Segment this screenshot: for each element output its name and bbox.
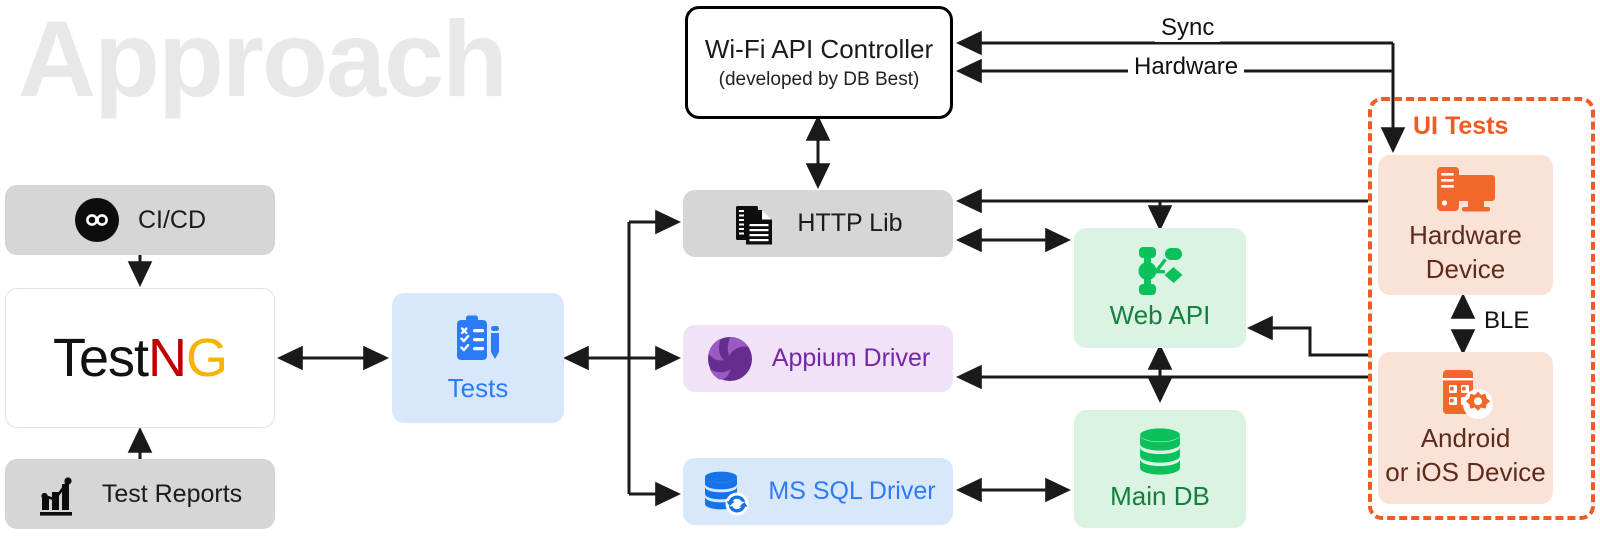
node-wifi-api-controller-label: Wi-Fi API Controller xyxy=(704,33,934,64)
edge-label-hardware: Hardware xyxy=(1128,53,1245,81)
node-http-lib[interactable]: HTTP Lib xyxy=(683,190,953,257)
desktop-computer-icon xyxy=(1435,165,1497,217)
node-http-lib-label: HTTP Lib xyxy=(797,209,903,238)
node-wifi-api-controller[interactable]: Wi-Fi API Controller (developed by DB Be… xyxy=(685,6,953,119)
node-web-api-label: Web API xyxy=(1109,300,1211,331)
node-appium-driver-label: Appium Driver xyxy=(771,344,931,373)
testng-part-test: Test xyxy=(52,328,149,388)
node-hardware-device[interactable]: Hardware Device xyxy=(1378,155,1553,295)
node-test-reports[interactable]: Test Reports xyxy=(5,459,275,529)
node-mssql-driver-label: MS SQL Driver xyxy=(768,477,936,506)
group-ui-tests-label: UI Tests xyxy=(1413,112,1509,140)
api-nodes-icon xyxy=(1131,245,1189,297)
testng-part-n: N xyxy=(148,328,187,388)
node-tests[interactable]: Tests xyxy=(392,293,564,423)
testng-wordmark: TestNG xyxy=(52,328,228,388)
testng-part-g: G xyxy=(186,328,228,388)
node-wifi-api-controller-sublabel: (developed by DB Best) xyxy=(718,68,920,90)
page-title: Approach xyxy=(18,0,508,119)
node-cicd[interactable]: CI/CD xyxy=(5,185,275,255)
node-android-ios-device-line2: or iOS Device xyxy=(1385,457,1546,487)
node-main-db[interactable]: Main DB xyxy=(1074,410,1246,528)
bar-chart-icon xyxy=(38,472,84,516)
database-icon xyxy=(1133,426,1187,478)
clipboard-checklist-icon xyxy=(449,312,507,370)
node-android-ios-device[interactable]: Android or iOS Device xyxy=(1378,352,1553,504)
infinity-icon xyxy=(74,197,120,243)
node-testng[interactable]: TestNG xyxy=(5,288,275,428)
node-mssql-driver[interactable]: MS SQL Driver xyxy=(683,458,953,525)
node-hardware-device-line2: Device xyxy=(1425,254,1506,284)
mobile-settings-icon xyxy=(1437,368,1495,420)
edge-label-sync: Sync xyxy=(1155,14,1221,42)
database-sync-icon xyxy=(700,468,750,516)
node-tests-label: Tests xyxy=(447,373,509,404)
node-test-reports-label: Test Reports xyxy=(101,479,243,508)
appium-logo-icon xyxy=(706,335,754,383)
node-hardware-device-line1: Hardware xyxy=(1409,220,1522,251)
documents-icon xyxy=(733,201,779,247)
node-android-ios-device-line1: Android xyxy=(1420,423,1511,454)
node-cicd-label: CI/CD xyxy=(137,205,207,234)
node-main-db-label: Main DB xyxy=(1110,481,1210,512)
diagram-canvas: Approach Sync Hardware BLE CI/CD TestNG … xyxy=(0,0,1600,547)
node-web-api[interactable]: Web API xyxy=(1074,228,1246,348)
node-appium-driver[interactable]: Appium Driver xyxy=(683,325,953,392)
